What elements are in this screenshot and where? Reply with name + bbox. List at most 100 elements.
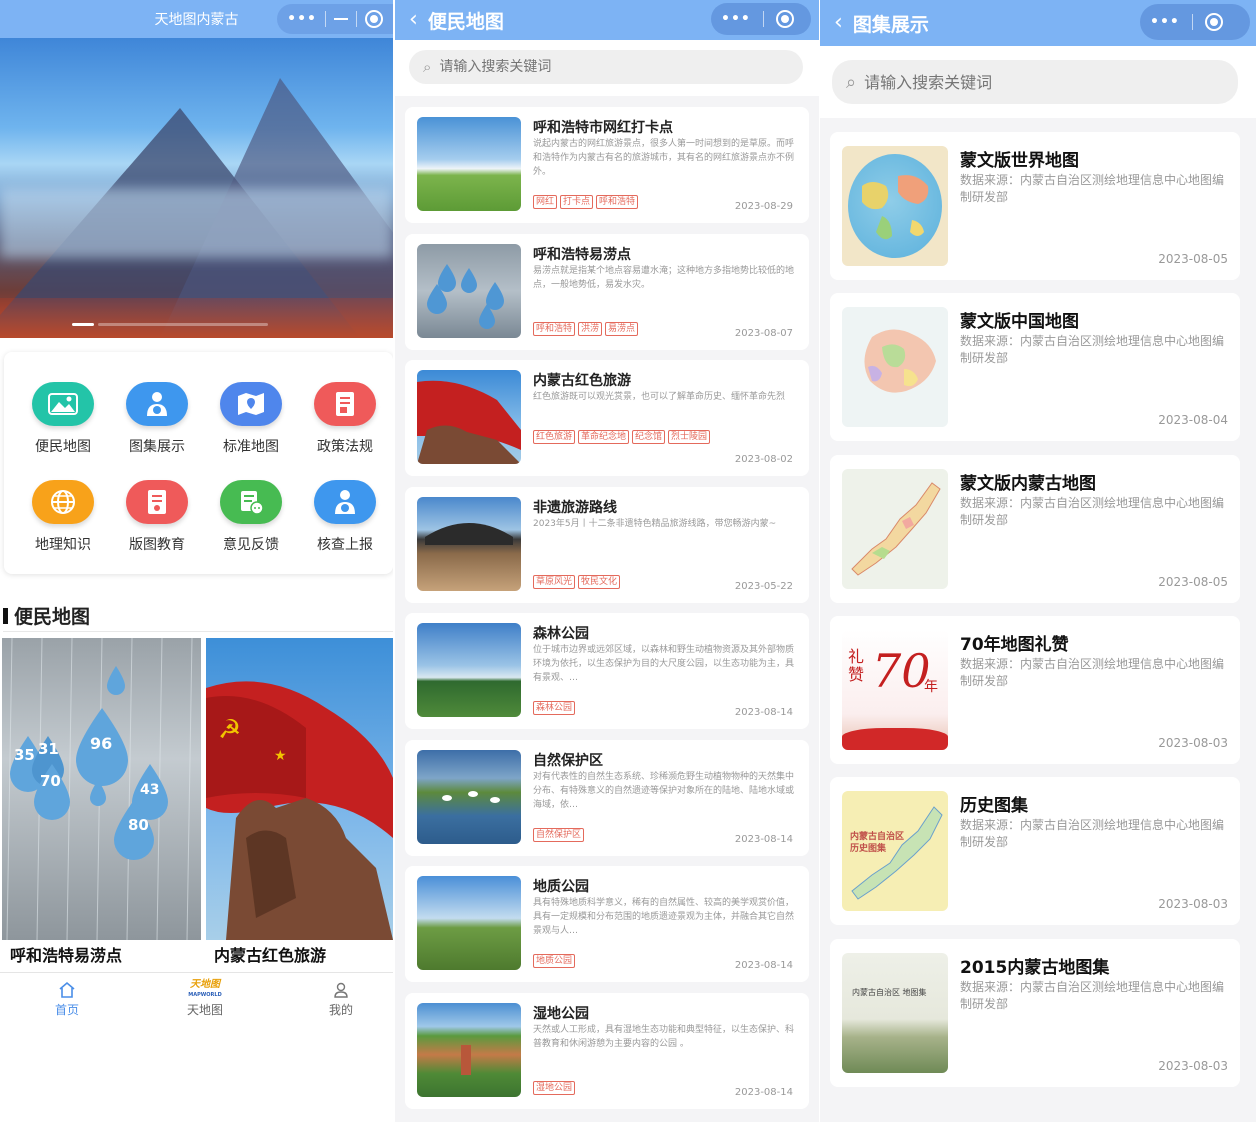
tag[interactable]: 呼和浩特 [596,195,639,209]
poi-tags: 草原风光 牧民文化 [533,574,723,589]
atlas-list-item[interactable]: 蒙文版中国地图 数据来源：内蒙古自治区测绘地理信息中心地图编制研发部 2023-… [830,293,1240,442]
grid-item-label: 图集展示 [129,439,185,455]
poi-thumbnail [417,243,521,338]
atlas-source: 数据来源：内蒙古自治区测绘地理信息中心地图编制研发部 [960,656,1225,688]
atlas-title: 70年地图礼赞 [960,634,1069,655]
tag[interactable]: 地质公园 [533,954,576,968]
atlas-list-item[interactable]: 内蒙古自治区 历史图集 历史图集 数据来源：内蒙古自治区测绘地理信息中心地图编制… [830,777,1240,926]
tag[interactable]: 革命纪念地 [578,430,630,444]
poi-list-item[interactable]: 非遗旅游路线 2023年5月丨十二条非遗特色精品旅游线路，带您畅游内蒙~ 草原风… [405,486,809,603]
back-arrow-icon[interactable]: ‹ [409,9,418,31]
carousel-indicator[interactable] [72,323,372,326]
poi-description: 说起内蒙古的网红旅游景点，很多人第一时间想到的是草原。而呼和浩特作为内蒙古有名的… [533,139,795,177]
tag[interactable]: 纪念馆 [632,430,666,444]
poi-date: 2023-08-14 [734,833,793,845]
minimize-icon[interactable] [334,18,348,20]
atlas-list-item[interactable]: 蒙文版内蒙古地图 数据来源：内蒙古自治区测绘地理信息中心地图编制研发部 2023… [830,454,1240,603]
poi-thumbnail [417,623,521,717]
atlas-title: 蒙文版内蒙古地图 [960,473,1096,494]
search-input[interactable] [864,72,1189,92]
atlas-list-item[interactable]: 蒙文版世界地图 数据来源：内蒙古自治区测绘地理信息中心地图编制研发部 2023-… [830,132,1240,280]
tag[interactable]: 呼和浩特 [533,321,576,336]
atlas-date: 2023-08-03 [1158,897,1228,912]
atlas-date: 2023-08-05 [1158,574,1228,589]
more-icon[interactable]: ••• [287,11,317,27]
atlas-source: 数据来源：内蒙古自治区测绘地理信息中心地图编制研发部 [960,334,1225,366]
capsule-divider [356,11,357,27]
poi-tags: 森林公园 [533,701,723,715]
featured-card-red-tourism[interactable]: ☭ ★ 内蒙古红色旅游 [206,638,393,970]
poi-date: 2023-08-14 [734,1086,793,1098]
atlas-list-item[interactable]: 内蒙古自治区 地图集 2015内蒙古地图集 数据来源：内蒙古自治区测绘地理信息中… [830,938,1240,1087]
tag[interactable]: 自然保护区 [533,827,585,842]
poi-tags: 自然保护区 [533,827,723,842]
poi-thumbnail [417,749,521,844]
poi-description: 易涝点就是指某个地点容易遭水淹；这种地方多指地势比较低的地点，一般地势低，易发水… [533,265,795,290]
capsule-divider [325,11,326,27]
svg-text:★: ★ [274,748,287,764]
tag[interactable]: 牧民文化 [578,574,621,589]
poi-thumbnail [417,370,521,464]
poi-list-item[interactable]: 呼和浩特 易涝点 易涝点就是指某个地点容易遭水淹；这种地方多指地势比较低的地点，一… [405,233,809,350]
poi-title: 湿地公园 [533,1005,589,1022]
cloud-shape [0,188,393,258]
close-miniprogram-icon[interactable] [1204,13,1223,31]
tag[interactable]: 草原风光 [533,574,576,589]
grid-item-feedback[interactable]: 意见反馈 [204,480,298,554]
grid-item-atlas[interactable]: 图集展示 [110,382,204,456]
poi-list-item[interactable]: 湿地公园 天然或人工形成，具有湿地生态功能和典型特征，以生态保护、科普教育和休闲… [405,992,809,1109]
banner-carousel[interactable] [0,38,393,338]
grid-item-standard-map[interactable]: 标准地图 [204,382,298,456]
tag[interactable]: 打卡点 [560,195,594,209]
grid-item-policy[interactable]: 政策法规 [298,382,392,456]
back-arrow-icon[interactable]: ‹ [834,12,843,34]
search-icon: ⌕ [423,58,432,76]
grid-item-territory-education[interactable]: 版图教育 [110,480,204,554]
tab-home[interactable]: 首页 [22,979,112,1018]
waterlogging-image: 35 31 96 70 43 80 [2,638,201,940]
map-icon [220,382,282,426]
poi-description: 具有特殊地质科学意义，稀有的自然属性、较高的美学观赏价值，具有一定规模和分布范围… [533,898,795,936]
tag[interactable]: 洪涝 [578,321,603,336]
tag[interactable]: 网红 [533,195,558,209]
atlas-date: 2023-08-03 [1158,735,1228,750]
close-miniprogram-icon[interactable] [365,10,383,28]
search-box[interactable]: ⌕ [409,50,803,84]
home-icon [22,979,112,1001]
tab-label: 首页 [54,1003,79,1017]
more-icon[interactable]: ••• [1150,14,1180,30]
poi-list-item[interactable]: 内蒙古红色旅游 红色旅游既可以观光赏景，也可以了解革命历史、缅怀革命先烈 红色旅… [405,360,809,476]
grid-item-convenience-map[interactable]: 便民地图 [16,382,110,456]
featured-card-waterlogging[interactable]: 35 31 96 70 43 80 呼和浩特易涝点 [2,638,201,970]
poi-tags: 红色旅游 革命纪念地 纪念馆 烈士陵园 [533,430,723,444]
poi-title: 自然保护区 [533,752,603,769]
grid-item-verify-report[interactable]: 核查上报 [298,480,392,554]
close-miniprogram-icon[interactable] [775,10,794,28]
tag[interactable]: 烈士陵园 [668,430,711,444]
search-input[interactable] [439,59,755,75]
tag[interactable]: 湿地公园 [533,1080,576,1095]
carousel-dot-active [72,323,94,326]
grid-item-geo-knowledge[interactable]: 地理知识 [16,480,110,554]
poi-list-item[interactable]: 森林公园 位于城市边界或远郊区域，以森林和野生动植物资源及其外部物质环境为依托，… [405,613,809,729]
poi-list-item[interactable]: 地质公园 具有特殊地质科学意义，稀有的自然属性、较高的美学观赏价值，具有一定规模… [405,866,809,982]
thumb-text: 内蒙古自治区 地图集 [852,987,927,997]
document-icon [126,480,188,524]
tab-tianditu[interactable]: 天地图 MAPWORLD 天地图 [160,979,250,1018]
tab-mine[interactable]: 我的 [296,979,386,1018]
poi-list-item[interactable]: 自然保护区 对有代表性的自然生态系统、珍稀濒危野生动植物物种的天然集中分布、有特… [405,739,809,856]
poi-list-item[interactable]: 呼和浩特市网红打卡点 说起内蒙古的网红旅游景点，很多人第一时间想到的是草原。而呼… [405,107,809,223]
tag[interactable]: 红色旅游 [533,430,576,444]
tag[interactable]: 易涝点 [605,321,639,336]
search-box[interactable]: ⌕ [832,60,1238,104]
atlas-list-item[interactable]: 礼赞 70 年 70年地图礼赞 数据来源：内蒙古自治区测绘地理信息中心地图编制研… [830,615,1240,764]
capsule-divider [1191,14,1193,30]
more-icon[interactable]: ••• [721,11,751,27]
user-icon [296,979,386,1001]
carousel-track [98,323,268,326]
poi-description: 位于城市边界或远郊区域，以森林和野生动植物资源及其外部物质环境为依托，以生态保护… [533,645,795,683]
atlas-thumbnail: 内蒙古自治区 地图集 [842,952,948,1073]
tag[interactable]: 森林公园 [533,701,576,715]
capsule-menu: ••• [1140,4,1250,40]
poi-title: 地质公园 [533,879,589,895]
